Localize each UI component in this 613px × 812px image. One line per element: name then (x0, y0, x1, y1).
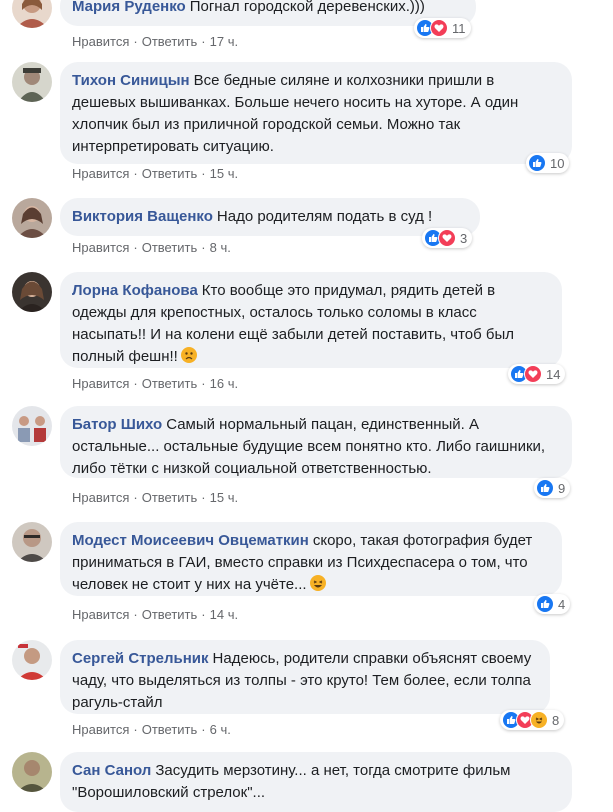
comment-text: Надо родителям подать в суд ! (216, 208, 433, 225)
comment-actions: Нравится · Ответить · 8 ч. (72, 240, 231, 255)
comment-author[interactable]: Батор Шихо (72, 416, 162, 433)
comment-bubble: Сан Санол Засудить мерзотину... а нет, то… (60, 752, 572, 812)
comment-timestamp[interactable]: 17 ч. (210, 34, 238, 49)
reply-link[interactable]: Ответить (142, 376, 198, 391)
separator-dot: · (201, 722, 206, 737)
like-link[interactable]: Нравится (72, 722, 129, 737)
separator-dot: · (201, 166, 206, 181)
reaction-count: 3 (460, 230, 468, 246)
comment-bubble: Тихон Синицын Все бедные силяне и колхозн… (60, 62, 572, 164)
avatar[interactable] (12, 640, 52, 680)
love-reaction-icon (430, 19, 448, 37)
reaction-count: 4 (558, 596, 566, 612)
reaction-summary[interactable]: 8 (500, 710, 565, 730)
reaction-count: 11 (452, 20, 466, 36)
comment-actions: Нравится · Ответить · 14 ч. (72, 607, 238, 622)
like-reaction-icon (528, 154, 546, 172)
comment-author[interactable]: Лорна Кофанова (72, 282, 198, 299)
avatar[interactable] (12, 752, 52, 792)
like-link[interactable]: Нравится (72, 607, 129, 622)
separator-dot: · (133, 376, 138, 391)
comment-bubble: Батор Шихо Самый нормальный пацан, единст… (60, 406, 572, 478)
comment-actions: Нравится · Ответить · 6 ч. (72, 722, 231, 737)
love-reaction-icon (438, 229, 456, 247)
separator-dot: · (133, 722, 138, 737)
separator-dot: · (133, 607, 138, 622)
separator-dot: · (133, 166, 138, 181)
comment-timestamp[interactable]: 8 ч. (210, 240, 231, 255)
comment-bubble: Лорна Кофанова Кто вообще это придумал, р… (60, 272, 562, 368)
comment-text: Погнал городской деревенских.))) (189, 0, 425, 15)
comment-timestamp[interactable]: 16 ч. (210, 376, 238, 391)
reaction-count: 8 (552, 712, 560, 728)
reaction-summary[interactable]: 11 (414, 18, 471, 38)
reply-link[interactable]: Ответить (142, 490, 198, 505)
laughing-face-emoji-icon (309, 575, 326, 591)
reply-link[interactable]: Ответить (142, 166, 198, 181)
comment-author[interactable]: Сан Санол (72, 762, 151, 779)
like-reaction-icon (536, 479, 554, 497)
reaction-count: 10 (550, 155, 565, 171)
like-link[interactable]: Нравится (72, 240, 129, 255)
like-link[interactable]: Нравится (72, 490, 129, 505)
avatar[interactable] (12, 522, 52, 562)
comment-actions: Нравится · Ответить · 16 ч. (72, 376, 238, 391)
reaction-summary[interactable]: 10 (526, 153, 570, 173)
avatar[interactable] (12, 0, 52, 28)
comment-author[interactable]: Сергей Стрельник (72, 650, 209, 667)
comment-author[interactable]: Модест Моисеевич Овцематкин (72, 532, 309, 549)
avatar[interactable] (12, 62, 52, 102)
comment-actions: Нравится · Ответить · 15 ч. (72, 166, 238, 181)
sad-face-emoji-icon (180, 347, 197, 363)
separator-dot: · (201, 490, 206, 505)
comment-timestamp[interactable]: 15 ч. (210, 166, 238, 181)
comment-timestamp[interactable]: 14 ч. (210, 607, 238, 622)
comment-bubble: Виктория Ващенко Надо родителям подать в … (60, 198, 480, 236)
reply-link[interactable]: Ответить (142, 240, 198, 255)
comment-bubble: Сергей Стрельник Надеюсь, родители справк… (60, 640, 550, 714)
comment-bubble: Модест Моисеевич Овцематкин скоро, такая … (60, 522, 562, 596)
comment-actions: Нравится · Ответить · 17 ч. (72, 34, 238, 49)
separator-dot: · (133, 240, 138, 255)
comment-bubble: Мария Руденко Погнал городской деревенски… (60, 0, 476, 26)
reaction-summary[interactable]: 9 (534, 478, 571, 498)
separator-dot: · (201, 240, 206, 255)
reaction-count: 9 (558, 480, 566, 496)
separator-dot: · (133, 34, 138, 49)
comment-author[interactable]: Мария Руденко (72, 0, 186, 15)
love-reaction-icon (524, 365, 542, 383)
avatar[interactable] (12, 406, 52, 446)
separator-dot: · (201, 607, 206, 622)
reply-link[interactable]: Ответить (142, 607, 198, 622)
reply-link[interactable]: Ответить (142, 34, 198, 49)
reaction-summary[interactable]: 3 (422, 228, 473, 248)
like-reaction-icon (536, 595, 554, 613)
comment-timestamp[interactable]: 6 ч. (210, 722, 231, 737)
reaction-summary[interactable]: 14 (508, 364, 566, 384)
haha-reaction-icon (530, 711, 548, 729)
separator-dot: · (133, 490, 138, 505)
avatar[interactable] (12, 272, 52, 312)
avatar[interactable] (12, 198, 52, 238)
separator-dot: · (201, 34, 206, 49)
comment-author[interactable]: Тихон Синицын (72, 72, 190, 89)
like-link[interactable]: Нравится (72, 34, 129, 49)
comment-actions: Нравится · Ответить · 15 ч. (72, 490, 238, 505)
reaction-summary[interactable]: 4 (534, 594, 571, 614)
separator-dot: · (201, 376, 206, 391)
reaction-count: 14 (546, 366, 561, 382)
comment-author[interactable]: Виктория Ващенко (72, 208, 213, 225)
comment-timestamp[interactable]: 15 ч. (210, 490, 238, 505)
comments-list: Мария Руденко Погнал городской деревенски… (0, 0, 613, 812)
reply-link[interactable]: Ответить (142, 722, 198, 737)
like-link[interactable]: Нравится (72, 376, 129, 391)
like-link[interactable]: Нравится (72, 166, 129, 181)
